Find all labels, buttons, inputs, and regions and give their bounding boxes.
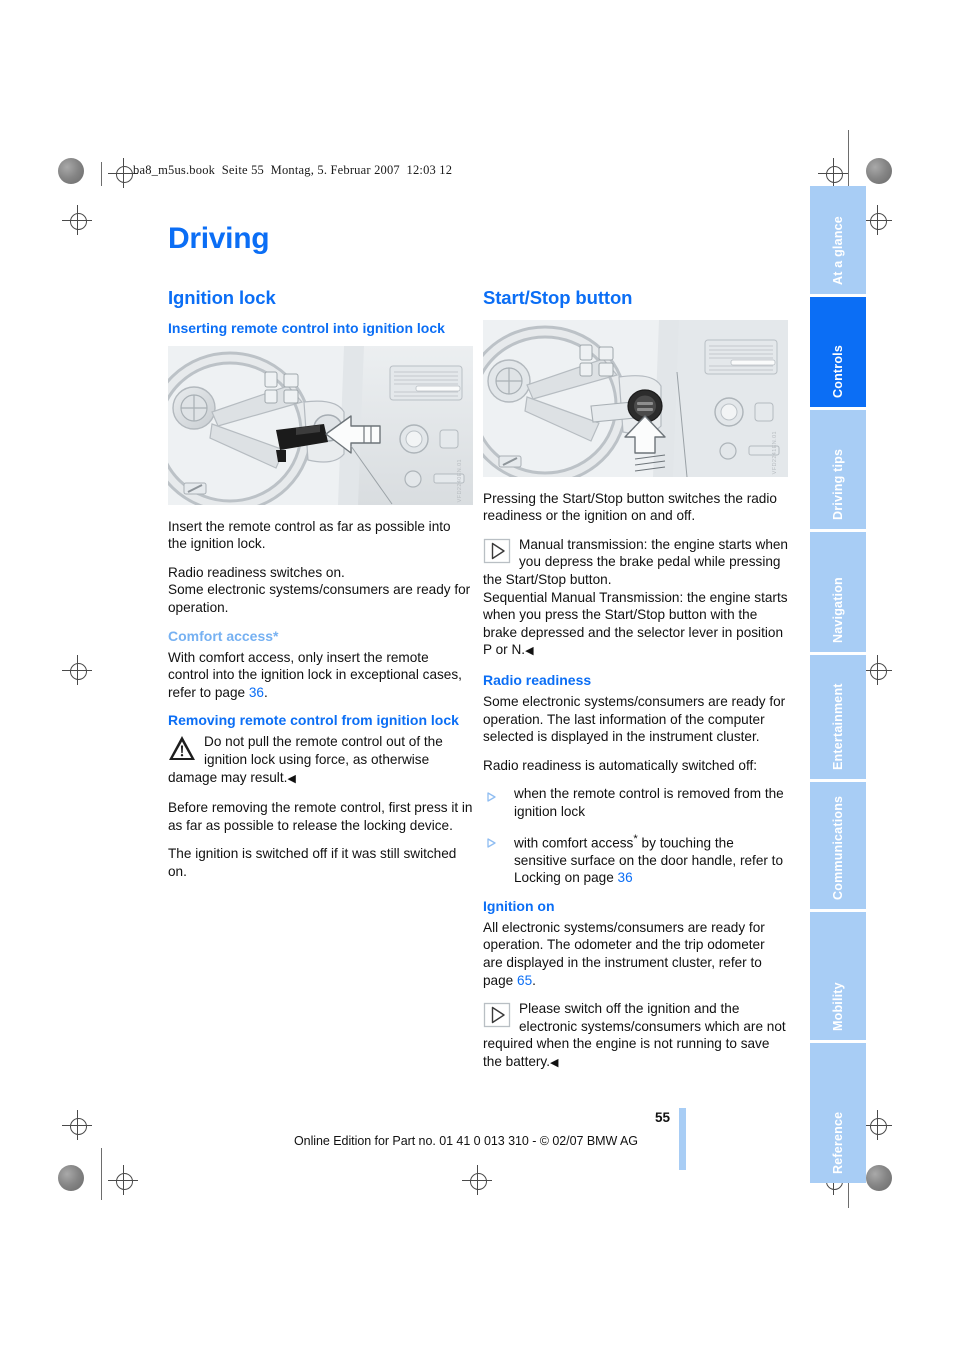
subheading-ignition-on: Ignition on	[483, 897, 555, 914]
tab-entertainment[interactable]: Entertainment	[810, 655, 866, 779]
registration-cross-right-middle	[862, 655, 892, 685]
paragraph-insert-remote: Insert the remote control as far as poss…	[168, 518, 451, 552]
info-note-transmission-text: Manual transmission: the engine starts w…	[483, 536, 788, 658]
registration-circle-top-left	[58, 158, 84, 184]
list-item: with comfort access* by touching the sen…	[483, 831, 788, 887]
registration-cross-top-inner-right	[818, 158, 848, 188]
warning-triangle-icon	[168, 734, 196, 762]
info-note-save-battery-text: Please switch off the ignition and the e…	[483, 1001, 786, 1069]
paragraph-before-removing: Before removing the remote control, firs…	[168, 800, 473, 833]
cut-line-left	[101, 162, 102, 186]
subheading-removing-remote-control: Removing remote control from ignition lo…	[168, 712, 459, 729]
paragraph-comfort-access: With comfort access, only insert the rem…	[168, 649, 473, 702]
footer-copyright: Online Edition for Part no. 01 41 0 013 …	[294, 1134, 638, 1148]
tab-label: Communications	[831, 795, 845, 900]
registration-cross-right-top	[862, 205, 892, 235]
comfort-access-text-post: .	[263, 684, 268, 700]
figure-watermark: VFD2240EN.01	[457, 459, 464, 503]
subheading-inserting-remote-control: Inserting remote control into ignition l…	[168, 319, 445, 336]
tab-driving-tips[interactable]: Driving tips	[810, 410, 866, 529]
page-number: 55	[655, 1110, 671, 1125]
registration-circle-bottom-right	[866, 1165, 892, 1191]
tab-mobility[interactable]: Mobility	[810, 912, 866, 1040]
registration-circle-top-right	[866, 158, 892, 184]
tab-label: Entertainment	[831, 683, 845, 770]
info-note-save-battery: Please switch off the ignition and the e…	[483, 1000, 788, 1072]
tab-at-a-glance[interactable]: At a glance	[810, 186, 866, 294]
registration-cross-bottom-center	[462, 1165, 492, 1195]
tab-communications[interactable]: Communications	[810, 782, 866, 909]
page-title: Driving	[168, 222, 270, 255]
tab-navigation[interactable]: Navigation	[810, 532, 866, 652]
section-heading-ignition-lock: Ignition lock	[168, 287, 276, 308]
left-column: Ignition lock Inserting remote control i…	[168, 287, 473, 892]
info-note-save-battery-endmark: ◀	[550, 1056, 559, 1069]
cut-line-right	[848, 130, 849, 190]
radio-readiness-off-list: when the remote control is removed from …	[483, 785, 788, 887]
paragraph-radio-readiness-off: Radio readiness is automatically switche…	[483, 757, 758, 773]
tab-reference[interactable]: Reference	[810, 1043, 866, 1183]
figure-start-stop-button: VFD2241EN.01	[483, 319, 788, 477]
tab-label: Reference	[831, 1111, 845, 1174]
paragraph-pressing-start-stop: Pressing the Start/Stop button switches …	[483, 490, 777, 524]
paragraph-radio-readiness-desc: Some electronic systems/consumers are re…	[483, 693, 786, 745]
chapter-tab-rail: At a glance Controls Driving tips Naviga…	[810, 186, 866, 1183]
list-item-label: when the remote control is removed from …	[514, 786, 784, 819]
dashboard-illustration-startstop	[483, 319, 788, 477]
print-slug: ba8_m5us.book Seite 55 Montag, 5. Februa…	[133, 163, 453, 177]
tab-label: At a glance	[831, 216, 845, 285]
manual-page: ba8_m5us.book Seite 55 Montag, 5. Februa…	[0, 0, 954, 1351]
subheading-comfort-access: Comfort access*	[168, 627, 279, 644]
info-triangle-icon	[483, 537, 511, 565]
info-note-transmission: Manual transmission: the engine starts w…	[483, 536, 788, 661]
info-triangle-icon	[483, 1001, 511, 1029]
bullet-triangle-icon	[487, 835, 496, 848]
tab-label: Driving tips	[831, 448, 845, 520]
page-reference-65[interactable]: 65	[517, 973, 532, 988]
info-note-transmission-endmark: ◀	[525, 645, 534, 658]
page-edge-marker	[679, 1108, 686, 1170]
page-reference-36-left[interactable]: 36	[249, 685, 264, 700]
registration-cross-left-top	[62, 205, 92, 235]
figure-watermark: VFD2241EN.01	[772, 431, 779, 475]
registration-cross-left-middle	[62, 655, 92, 685]
page-reference-36-right[interactable]: 36	[618, 870, 633, 885]
dashboard-illustration-insert	[168, 345, 473, 505]
warning-note-remote-force: Do not pull the remote control out of th…	[168, 733, 473, 788]
tab-controls[interactable]: Controls	[810, 297, 866, 407]
section-heading-start-stop-button: Start/Stop button	[483, 287, 633, 308]
registration-cross-right-bottom	[862, 1110, 892, 1140]
warning-note-text: Do not pull the remote control out of th…	[168, 734, 443, 785]
paragraph-ignition-on: All electronic systems/consumers are rea…	[483, 919, 788, 989]
figure-inserting-remote-control: VFD2240EN.01	[168, 345, 473, 505]
comfort-access-text-pre: With comfort access, only insert the rem…	[168, 649, 462, 700]
cut-line-left-bottom	[101, 1148, 102, 1200]
bullet-triangle-icon	[487, 789, 496, 802]
registration-cross-bottom-inner-left	[108, 1165, 138, 1195]
paragraph-ignition-switched-off: The ignition is switched off if it was s…	[168, 846, 457, 879]
list-item-label-pre: with comfort access	[514, 835, 634, 851]
subheading-radio-readiness: Radio readiness	[483, 671, 592, 688]
tab-label: Mobility	[831, 982, 845, 1031]
paragraph-radio-readiness-on: Radio readiness switches on. Some electr…	[168, 564, 471, 615]
right-column: Start/Stop button VFD2241EN.01 Pressing …	[483, 287, 788, 1084]
tab-label: Controls	[831, 345, 845, 398]
registration-circle-bottom-left	[58, 1165, 84, 1191]
registration-cross-left-bottom	[62, 1110, 92, 1140]
ignition-on-text-post: .	[532, 972, 536, 988]
warning-endmark: ◀	[287, 772, 296, 785]
tab-label: Navigation	[831, 577, 845, 643]
list-item: when the remote control is removed from …	[483, 785, 788, 820]
